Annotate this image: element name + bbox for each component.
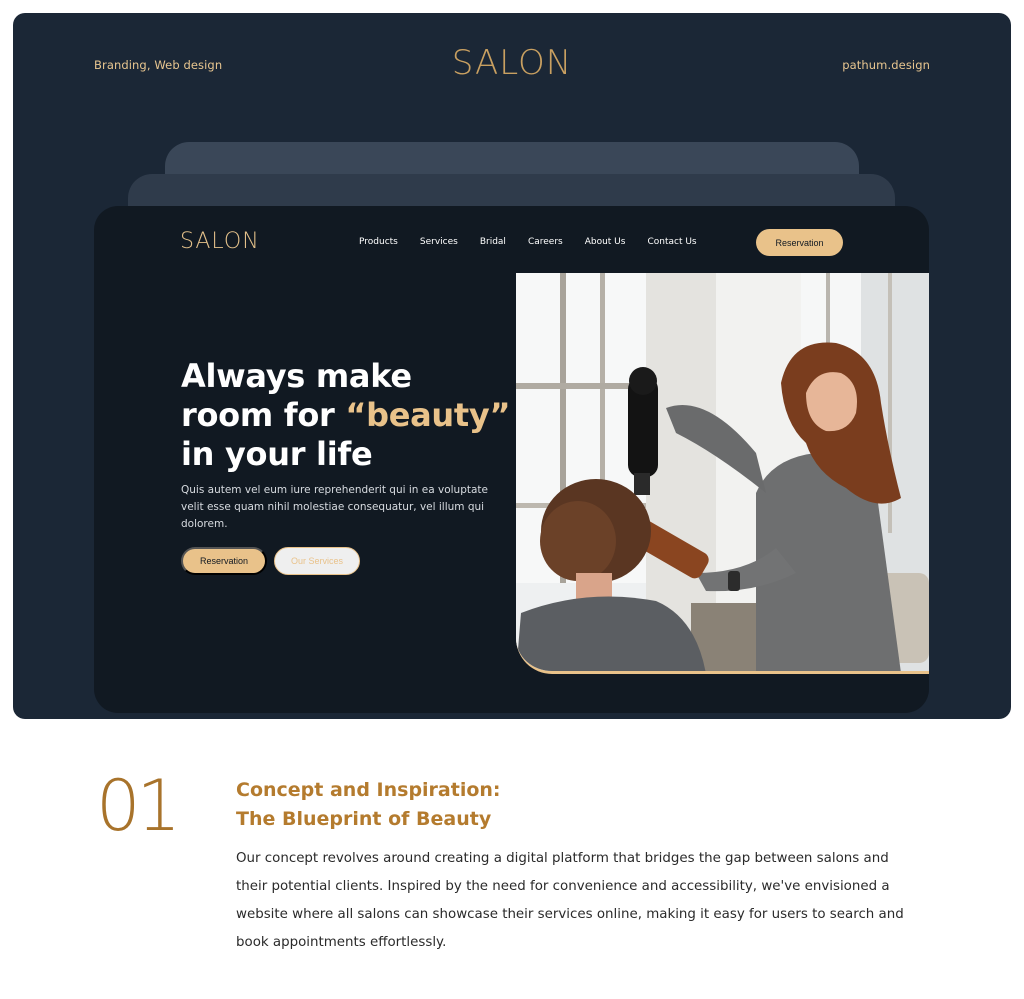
website-mockup: SALON Products Services Bridal Careers A… [94, 206, 929, 713]
section-number: 01 [96, 765, 181, 847]
hero-description: Quis autem vel eum iure reprehenderit qu… [181, 484, 489, 530]
nav-item-products[interactable]: Products [351, 237, 406, 247]
hero-title-line3: in your life [181, 435, 373, 473]
brand-logo-text: SALON [451, 43, 573, 83]
nav-item-bridal[interactable]: Bridal [472, 237, 514, 247]
hero-photo [516, 273, 929, 674]
designer-credit: pathum.design [842, 58, 930, 72]
nav-item-careers[interactable]: Careers [520, 237, 571, 247]
site-logo[interactable]: SALON [180, 228, 260, 256]
section-heading: Concept and Inspiration: The Blueprint o… [236, 776, 501, 834]
reservation-button[interactable]: Reservation [181, 547, 267, 575]
hero-title-line2: room for [181, 396, 346, 434]
salon-photo-illustration [516, 273, 929, 671]
nav-item-services[interactable]: Services [412, 237, 466, 247]
hero-title: Always make room for “beauty” in your li… [181, 357, 521, 474]
hero-title-accent: “beauty” [345, 396, 511, 434]
hero-title-line1: Always make [181, 357, 412, 395]
section-heading-line1: Concept and Inspiration: [236, 779, 501, 801]
nav-reservation-button[interactable]: Reservation [756, 229, 843, 256]
section-heading-line2: The Blueprint of Beauty [236, 808, 492, 830]
nav-item-contact-us[interactable]: Contact Us [639, 237, 704, 247]
main-nav: Products Services Bridal Careers About U… [351, 237, 711, 247]
project-showcase: Branding, Web design SALON pathum.design… [13, 13, 1011, 719]
our-services-button[interactable]: Our Services [274, 547, 360, 575]
section-body: Our concept revolves around creating a d… [236, 851, 904, 950]
project-tags: Branding, Web design [94, 58, 223, 72]
nav-item-about-us[interactable]: About Us [577, 237, 634, 247]
brand-logo: SALON [452, 43, 572, 83]
